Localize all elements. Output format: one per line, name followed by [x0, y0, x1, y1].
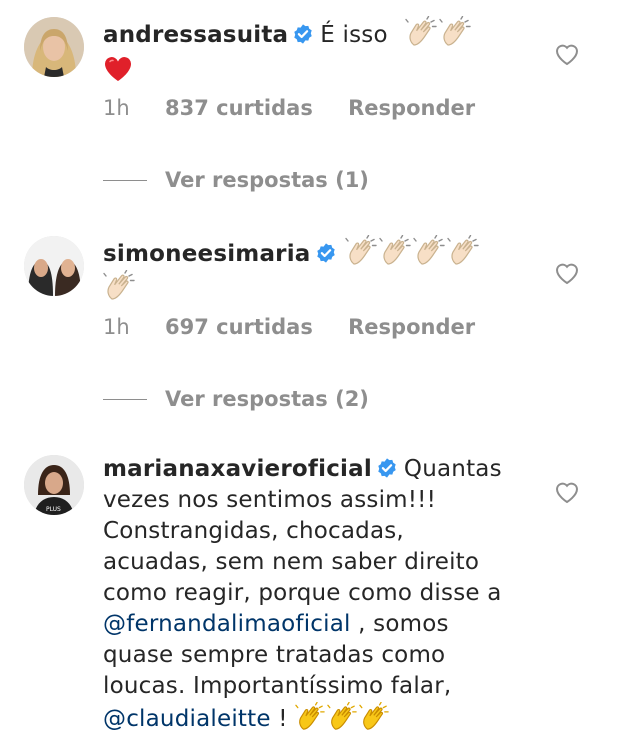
comment-text: marianaxavieroficial Quantas vezes nos se… [103, 454, 513, 735]
clapping-hands-icon [359, 702, 389, 732]
username[interactable]: simoneesimaria [103, 241, 311, 267]
like-heart-icon[interactable] [554, 480, 580, 504]
likes-count[interactable]: 697 curtidas [165, 315, 313, 339]
svg-text:PLUS: PLUS [46, 506, 61, 513]
verified-badge-icon [376, 457, 398, 479]
view-replies-button[interactable]: Ver respostas (1) [103, 168, 369, 192]
username[interactable]: andressasuita [103, 22, 288, 48]
mention-link[interactable]: @claudialeitte [103, 706, 271, 732]
username[interactable]: marianaxavieroficial [103, 456, 372, 482]
clapping-hands-icon [413, 235, 445, 267]
verified-badge-icon [292, 23, 314, 45]
view-replies-label: Ver respostas (2) [165, 387, 369, 411]
divider [103, 179, 147, 181]
view-replies-button[interactable]: Ver respostas (2) [103, 387, 369, 411]
timestamp: 1h [103, 315, 130, 339]
clapping-hands-icon [405, 16, 437, 48]
clapping-hands-icon [327, 702, 357, 732]
clapping-hands-icon [295, 702, 325, 732]
comment-meta: 1h 697 curtidas Responder [103, 315, 503, 339]
comment-meta: 1h 837 curtidas Responder [103, 96, 503, 120]
like-heart-icon[interactable] [554, 261, 580, 285]
clapping-hands-icon [447, 235, 479, 267]
clapping-hands-icon [345, 235, 377, 267]
avatar[interactable]: PLUS [24, 455, 84, 515]
reply-button[interactable]: Responder [348, 315, 475, 339]
comment-body-part3: ! [278, 706, 288, 732]
reply-button[interactable]: Responder [348, 96, 475, 120]
divider [103, 398, 147, 400]
like-heart-icon[interactable] [554, 42, 580, 66]
verified-badge-icon [315, 242, 337, 264]
clapping-hands-icon [103, 270, 135, 302]
red-heart-icon [103, 55, 133, 83]
avatar[interactable] [24, 17, 84, 77]
view-replies-label: Ver respostas (1) [165, 168, 369, 192]
mention-link[interactable]: @fernandalimaoficial [103, 611, 351, 637]
comment-text: simoneesimaria [103, 235, 513, 308]
avatar[interactable] [24, 236, 84, 296]
clapping-hands-icon [439, 16, 471, 48]
comment-body: É isso [320, 22, 388, 48]
clapping-hands-icon [379, 235, 411, 267]
likes-count[interactable]: 837 curtidas [165, 96, 313, 120]
comment-text: andressasuita É isso [103, 16, 513, 89]
timestamp: 1h [103, 96, 130, 120]
